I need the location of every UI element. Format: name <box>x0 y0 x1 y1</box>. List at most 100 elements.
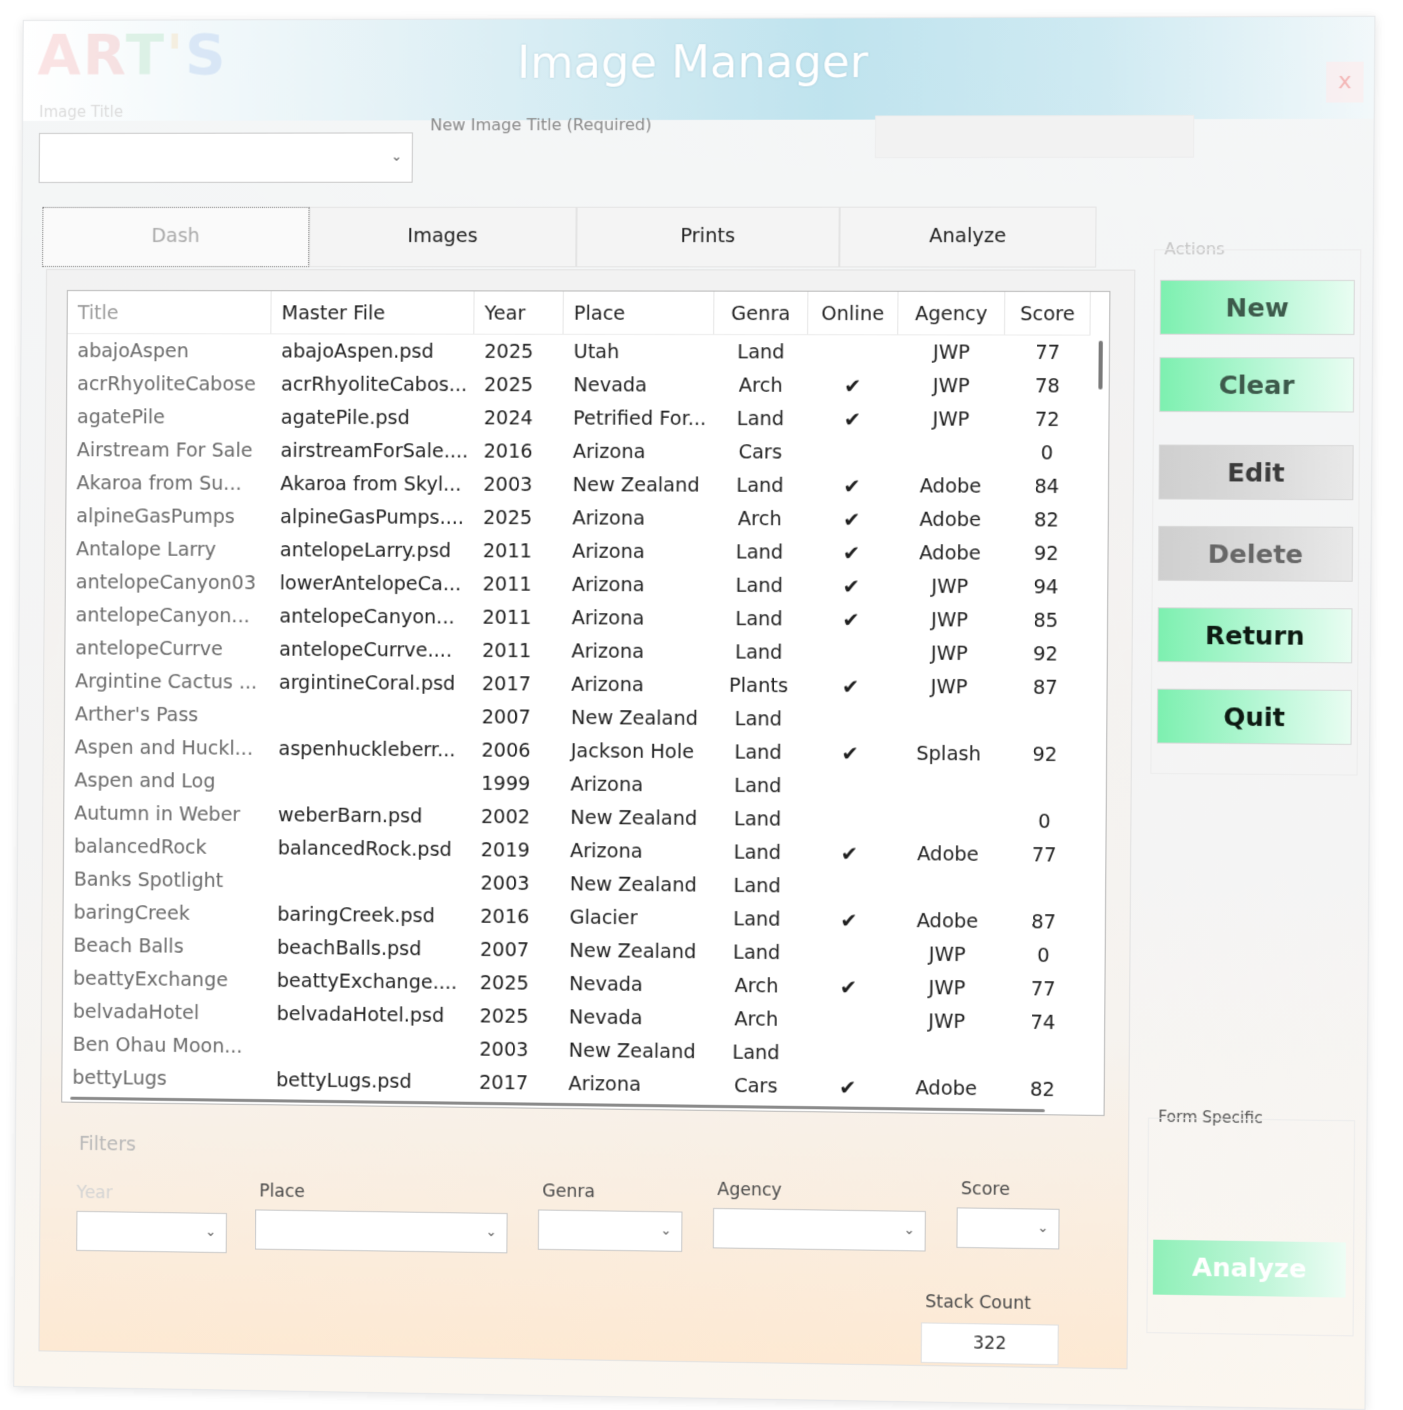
cell-place: Arizona <box>560 768 711 803</box>
cell-score <box>1000 1040 1086 1075</box>
table-row[interactable]: abajoAspen abajoAspen.psd 2025 Utah Land JWP 7… <box>67 335 1090 370</box>
new-image-title-label: New Image Title (Required) <box>430 115 652 134</box>
cell-agency <box>895 804 1002 838</box>
genra-filter-dropdown[interactable]: ⌄ <box>538 1209 683 1251</box>
cell-place: New Zealand <box>560 868 711 903</box>
cell-year: 2007 <box>471 701 560 735</box>
cell-score <box>1001 872 1087 906</box>
cell-agency <box>895 704 1002 738</box>
cell-place: Arizona <box>562 569 713 603</box>
cell-title: belvadaHotel <box>63 996 267 1031</box>
table-row[interactable]: antelopeCanyon03 lowerAntelopeCa... 2011 Ar… <box>66 566 1089 605</box>
cell-place: Arizona <box>558 1068 709 1103</box>
cell-year: 2007 <box>470 934 559 968</box>
delete-button[interactable]: Delete <box>1158 526 1353 582</box>
quit-button[interactable]: Quit <box>1157 689 1352 745</box>
table-row[interactable]: agatePile agatePile.psd 2024 Petrified For.… <box>67 401 1090 437</box>
images-grid[interactable]: Title Master File Year Place Genra Onlin… <box>61 290 1110 1116</box>
table-row[interactable]: Antalope Larry antelopeLarry.psd 2011 Arizo… <box>66 533 1089 571</box>
cell-online: ✔ <box>808 370 898 404</box>
score-filter-label: Score <box>961 1179 1010 1200</box>
cell-score: 0 <box>1004 437 1090 471</box>
column-header-agency[interactable]: Agency <box>898 292 1005 335</box>
cell-master-file: alpineGasPumps.... <box>270 501 473 535</box>
cell-score: 92 <box>1003 537 1089 571</box>
column-header-online[interactable]: Online <box>808 292 898 335</box>
cell-title: Aspen and Log <box>64 764 268 799</box>
cell-genra: Land <box>712 636 806 670</box>
new-image-title-field[interactable] <box>875 115 1194 158</box>
cell-title: alpineGasPumps <box>66 500 270 534</box>
cell-title: Antalope Larry <box>66 533 270 567</box>
chevron-down-icon: ⌄ <box>902 1224 916 1238</box>
cell-title: Argintine Cactus ... <box>65 665 269 699</box>
return-button[interactable]: Return <box>1157 607 1352 663</box>
cell-year: 2003 <box>470 867 559 901</box>
image-title-dropdown[interactable]: ⌄ <box>39 132 413 183</box>
place-filter-dropdown[interactable]: ⌄ <box>255 1209 508 1253</box>
cell-genra: Arch <box>714 369 808 403</box>
analyze-button[interactable]: Analyze <box>1153 1240 1346 1298</box>
column-header-place[interactable]: Place <box>564 291 715 334</box>
agency-filter-dropdown[interactable]: ⌄ <box>713 1208 926 1252</box>
cell-master-file <box>269 700 472 735</box>
score-filter-dropdown[interactable]: ⌄ <box>956 1207 1059 1249</box>
cell-agency: JWP <box>896 570 1003 604</box>
table-row[interactable]: Akaroa from Su... Akaroa from Skyl... 2003… <box>66 467 1089 504</box>
cell-genra: Land <box>709 1036 803 1070</box>
column-header-title[interactable]: Title <box>68 291 272 333</box>
cell-year: 2016 <box>473 435 562 469</box>
cell-master-file: Akaroa from Skyl... <box>270 468 473 502</box>
tab-images[interactable]: Images <box>309 207 577 267</box>
cell-online <box>807 436 897 470</box>
cell-title: Beach Balls <box>63 929 267 964</box>
table-row[interactable]: acrRhyoliteCabose acrRhyoliteCabos... 2025… <box>67 368 1090 404</box>
chevron-down-icon: ⌄ <box>659 1224 673 1238</box>
cell-genra: Land <box>711 703 805 737</box>
cell-year: 2011 <box>472 568 561 602</box>
column-header-genra[interactable]: Genra <box>714 292 808 335</box>
vertical-scrollbar[interactable] <box>1098 341 1102 390</box>
tab-prints[interactable]: Prints <box>576 207 840 268</box>
cell-agency: Adobe <box>897 470 1004 504</box>
cell-genra: Land <box>712 536 806 570</box>
cell-score: 82 <box>1004 504 1090 538</box>
cell-score: 78 <box>1005 370 1091 404</box>
tab-analyze[interactable]: Analyze <box>839 207 1096 268</box>
cell-year: 2025 <box>474 369 563 402</box>
cell-master-file: beachBalls.psd <box>267 932 470 967</box>
grid-header: Title Master File Year Place Genra Onlin… <box>68 291 1091 336</box>
new-button[interactable]: New <box>1160 280 1355 335</box>
cell-agency <box>897 437 1004 471</box>
cell-place: Arizona <box>562 502 713 536</box>
close-button[interactable]: x <box>1326 62 1364 103</box>
column-header-score[interactable]: Score <box>1005 292 1091 335</box>
cell-title: Airstream For Sale <box>67 434 271 468</box>
cell-title: Ben Ohau Moon... <box>62 1029 266 1065</box>
cell-online <box>804 937 894 971</box>
cell-score: 85 <box>1003 604 1089 638</box>
cell-title: abajoAspen <box>67 335 271 368</box>
cell-master-file <box>268 766 471 801</box>
image-manager-window: ART'S Image Manager x Image Title ⌄ New … <box>13 16 1375 1410</box>
cell-place: New Zealand <box>561 702 712 736</box>
cell-master-file: antelopeCanyon... <box>269 600 472 634</box>
clear-button[interactable]: Clear <box>1159 357 1354 412</box>
cell-score: 82 <box>1000 1073 1086 1108</box>
tab-dash[interactable]: Dash <box>42 207 309 267</box>
cell-genra: Plants <box>712 669 806 703</box>
cell-agency: Adobe <box>897 537 1004 571</box>
table-row[interactable]: Airstream For Sale airstreamForSale.... 20… <box>67 434 1090 471</box>
edit-button[interactable]: Edit <box>1159 445 1354 501</box>
cell-master-file: antelopeCurrve.... <box>269 633 472 667</box>
cell-place: Nevada <box>563 369 714 403</box>
table-row[interactable]: alpineGasPumps alpineGasPumps.... 2025 Ariz… <box>66 500 1089 538</box>
year-filter-dropdown[interactable]: ⌄ <box>76 1211 227 1253</box>
column-header-master-file[interactable]: Master File <box>271 291 474 333</box>
chevron-down-icon: ⌄ <box>204 1226 218 1240</box>
column-header-year[interactable]: Year <box>474 291 564 333</box>
cell-master-file: weberBarn.psd <box>268 799 471 834</box>
cell-title: Autumn in Weber <box>64 797 268 832</box>
cell-title: agatePile <box>67 401 271 435</box>
year-filter-label: Year <box>77 1183 113 1204</box>
